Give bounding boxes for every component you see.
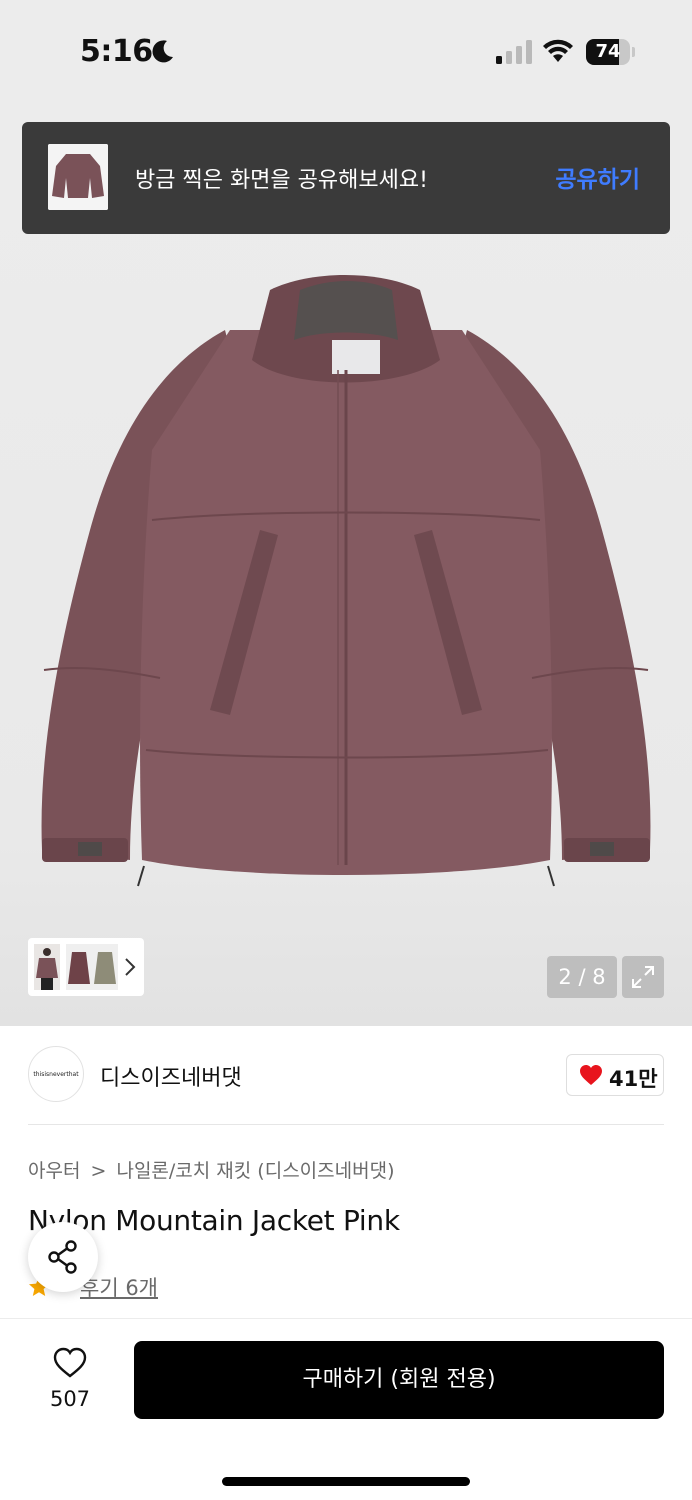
brand-like-count: 41만: [609, 1067, 658, 1091]
breadcrumb: 아우터 > 나일론/코치 재킷 (디스이즈네버댓): [28, 1156, 395, 1183]
home-indicator[interactable]: [222, 1477, 470, 1486]
product-image[interactable]: [20, 270, 672, 890]
moon-icon: [152, 40, 173, 63]
expand-icon: [632, 966, 654, 988]
share-icon: [48, 1240, 77, 1274]
breadcrumb-subcategory[interactable]: 나일론/코치 재킷 (디스이즈네버댓): [116, 1160, 394, 1182]
brand-like-button[interactable]: 41만: [566, 1054, 664, 1096]
brand-logo[interactable]: thisisneverthat: [28, 1046, 84, 1102]
divider: [28, 1124, 664, 1125]
status-time: 5:16: [80, 34, 153, 69]
screenshot-thumbnail: [48, 144, 108, 210]
breadcrumb-separator-icon: >: [90, 1160, 107, 1182]
buy-button[interactable]: 구매하기 (회원 전용): [134, 1341, 664, 1419]
thumbnail-strip[interactable]: [28, 938, 144, 996]
jacket-thumbnail-image: [48, 144, 108, 210]
cellular-signal-icon: [496, 40, 532, 64]
wifi-icon: [543, 39, 573, 62]
toast-message: 방금 찍은 화면을 공유해보세요!: [135, 168, 428, 193]
thumbnail-model[interactable]: [34, 944, 60, 990]
status-bar: 5:16 74: [0, 0, 692, 104]
heart-filled-icon: [580, 1065, 602, 1085]
chevron-right-icon[interactable]: [124, 957, 136, 977]
share-button[interactable]: 공유하기: [555, 160, 640, 194]
brand-row: thisisneverthat 디스이즈네버댓 41만: [0, 1026, 692, 1126]
wishlist-button[interactable]: 507: [36, 1345, 104, 1415]
breadcrumb-category[interactable]: 아우터: [28, 1160, 80, 1182]
thumbnail-jacket-pink[interactable]: [66, 944, 92, 990]
image-page-counter: 2 / 8: [547, 956, 617, 998]
battery-level: 74: [595, 41, 621, 62]
brand-name[interactable]: 디스이즈네버댓: [100, 1060, 242, 1092]
bottom-action-bar: 507 구매하기 (회원 전용): [0, 1318, 692, 1500]
battery-indicator: 74: [586, 39, 635, 65]
fullscreen-button[interactable]: [622, 956, 664, 998]
share-screenshot-toast: 방금 찍은 화면을 공유해보세요! 공유하기: [22, 122, 670, 234]
wishlist-count: 507: [49, 1387, 91, 1411]
thumbnail-jacket-olive[interactable]: [92, 944, 118, 990]
heart-outline-icon: [53, 1347, 87, 1378]
share-floating-button[interactable]: [28, 1222, 98, 1292]
